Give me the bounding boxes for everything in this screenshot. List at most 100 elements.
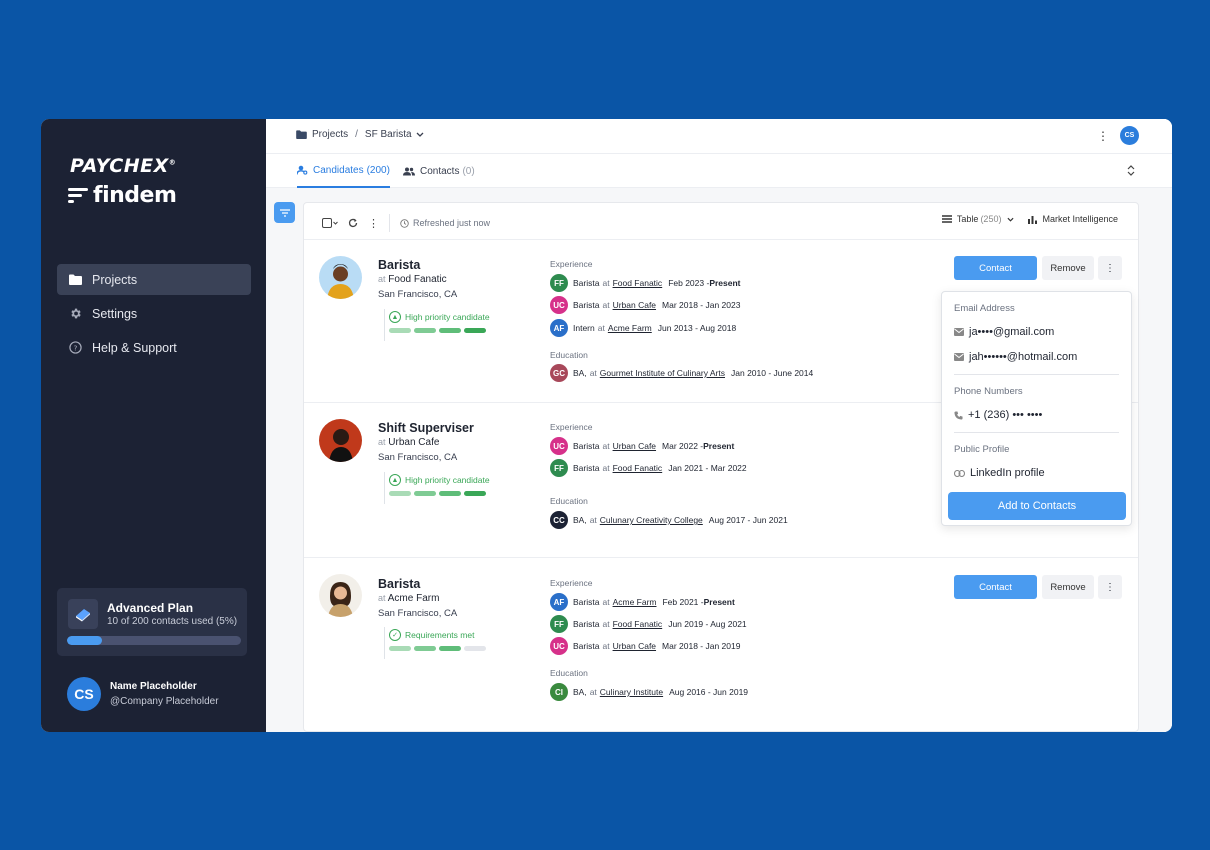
company-link[interactable]: Urban Cafe	[613, 300, 656, 310]
email-item[interactable]: ja••••@gmail.com	[954, 326, 1054, 338]
user-company: @Company Placeholder	[110, 696, 219, 707]
candidate-title[interactable]: Barista	[378, 258, 420, 272]
divider	[954, 432, 1119, 433]
contact-button[interactable]: Contact	[954, 256, 1037, 280]
sidebar-item-label: Help & Support	[92, 340, 177, 355]
experience-item: AF Barista at Acme Farm Feb 2021 - Presen…	[550, 593, 735, 611]
experience-item: FF Barista at Food Fanatic Feb 2023 - Pre…	[550, 274, 741, 292]
remove-button[interactable]: Remove	[1042, 575, 1094, 599]
filter-button[interactable]	[274, 202, 295, 223]
candidate-row[interactable]: Barista at Acme Farm San Francisco, CA ✓…	[304, 558, 1138, 731]
svg-text:?: ?	[73, 343, 77, 352]
school-link[interactable]: Culinary Institute	[600, 687, 663, 697]
tab-bar: Candidates (200) Contacts (0)	[266, 154, 1172, 188]
avatar	[319, 574, 362, 617]
experience-label: Experience	[550, 422, 593, 432]
people-icon	[403, 167, 415, 176]
select-all-checkbox[interactable]	[322, 218, 338, 228]
candidate-title[interactable]: Shift Superviser	[378, 421, 474, 435]
candidate-location: San Francisco, CA	[378, 452, 458, 463]
breadcrumb-projects[interactable]: Projects	[312, 129, 348, 140]
candidate-title[interactable]: Barista	[378, 577, 420, 591]
profile-header: Public Profile	[954, 444, 1010, 455]
company-link[interactable]: Urban Cafe	[613, 641, 656, 651]
company-link[interactable]: Acme Farm	[613, 597, 657, 607]
market-intelligence-button[interactable]: Market Intelligence	[1028, 214, 1118, 224]
user-profile[interactable]: CS Name Placeholder @Company Placeholder	[67, 677, 219, 711]
school-link[interactable]: Culunary Creativity College	[600, 515, 703, 525]
tab-contacts[interactable]: Contacts (0)	[403, 154, 475, 188]
candidate-company: at Urban Cafe	[378, 437, 440, 448]
more-vertical-icon[interactable]: ⋮	[1097, 129, 1109, 143]
company-link[interactable]: Food Fanatic	[613, 463, 663, 473]
top-bar: Projects / SF Barista ⋮ CS	[266, 119, 1172, 154]
paychex-logo: PAYCHEX®	[70, 155, 177, 177]
priority-indicator: ✓ Requirements met	[384, 627, 494, 659]
phone-item[interactable]: +1 (236) ••• ••••	[954, 409, 1042, 421]
refresh-status: Refreshed just now	[400, 218, 490, 228]
avatar	[319, 419, 362, 462]
email-item[interactable]: jah••••••@hotmail.com	[954, 351, 1077, 363]
sidebar-item-settings[interactable]: Settings	[57, 298, 251, 329]
gear-icon	[68, 307, 82, 321]
divider	[954, 374, 1119, 375]
company-link[interactable]: Food Fanatic	[613, 278, 663, 288]
more-vertical-icon[interactable]: ⋮	[1098, 256, 1122, 280]
experience-item: AF Intern at Acme Farm Jun 2013 - Aug 201…	[550, 319, 736, 337]
school-link[interactable]: Gourmet Institute of Culinary Arts	[600, 368, 725, 378]
avatar[interactable]: CS	[1120, 126, 1139, 145]
add-to-contacts-button[interactable]: Add to Contacts	[948, 492, 1126, 520]
company-logo: FF	[550, 615, 568, 633]
contact-button[interactable]: Contact	[954, 575, 1037, 599]
education-item: CC BA, at Culunary Creativity College Aug…	[550, 511, 788, 529]
email-header: Email Address	[954, 303, 1015, 314]
book-icon	[68, 599, 98, 629]
mail-icon	[954, 328, 964, 336]
breadcrumb-current[interactable]: SF Barista	[365, 129, 412, 140]
experience-item: UC Barista at Urban Cafe Mar 2022 - Prese…	[550, 437, 734, 455]
plan-usage: 10 of 200 contacts used (5%)	[107, 616, 238, 627]
company-link[interactable]: Acme Farm	[608, 323, 652, 333]
plan-card[interactable]: Advanced Plan 10 of 200 contacts used (5…	[57, 588, 247, 656]
company-logo: UC	[550, 437, 568, 455]
phone-icon	[954, 410, 963, 420]
education-label: Education	[550, 350, 588, 360]
priority-bars	[389, 491, 494, 496]
sidebar-item-projects[interactable]: Projects	[57, 264, 251, 295]
breadcrumb-separator: /	[355, 129, 358, 140]
experience-item: UC Barista at Urban Cafe Mar 2018 - Jan 2…	[550, 637, 740, 655]
view-selector[interactable]: Table (250)	[941, 214, 1015, 224]
remove-button[interactable]: Remove	[1042, 256, 1094, 280]
tab-candidates[interactable]: Candidates (200)	[297, 154, 390, 188]
plan-title: Advanced Plan	[107, 601, 194, 615]
refresh-icon[interactable]	[348, 218, 358, 228]
check-circle-icon: ✓	[389, 629, 401, 641]
experience-item: FF Barista at Food Fanatic Jan 2021 - Mar…	[550, 459, 747, 477]
more-vertical-icon[interactable]: ⋮	[1098, 575, 1122, 599]
link-icon	[954, 469, 965, 477]
expand-collapse-icon[interactable]	[1127, 165, 1135, 179]
folder-icon	[68, 273, 82, 287]
clock-icon	[400, 218, 409, 228]
sidebar-item-help[interactable]: ? Help & Support	[57, 332, 251, 363]
experience-label: Experience	[550, 578, 593, 588]
filter-icon	[279, 208, 290, 217]
chevron-down-icon[interactable]	[416, 132, 424, 137]
school-logo: CC	[550, 511, 568, 529]
phone-header: Phone Numbers	[954, 386, 1023, 397]
table-icon	[941, 215, 952, 223]
row-actions: Contact Remove ⋮	[954, 575, 1122, 599]
candidate-location: San Francisco, CA	[378, 289, 458, 300]
company-link[interactable]: Food Fanatic	[613, 619, 663, 629]
company-logo: UC	[550, 637, 568, 655]
more-vertical-icon[interactable]: ⋮	[368, 217, 379, 230]
linkedin-link[interactable]: LinkedIn profile	[954, 467, 1045, 479]
app-window: PAYCHEX® findem Projects Settings ? Help…	[41, 119, 1172, 732]
education-item: CI BA, at Culinary Institute Aug 2016 - J…	[550, 683, 748, 701]
row-actions: Contact Remove ⋮	[954, 256, 1122, 280]
priority-icon: ▲	[389, 311, 401, 323]
experience-item: FF Barista at Food Fanatic Jun 2019 - Aug…	[550, 615, 747, 633]
company-link[interactable]: Urban Cafe	[613, 441, 656, 451]
candidate-company: at Food Fanatic	[378, 274, 447, 285]
folder-icon	[296, 130, 307, 139]
